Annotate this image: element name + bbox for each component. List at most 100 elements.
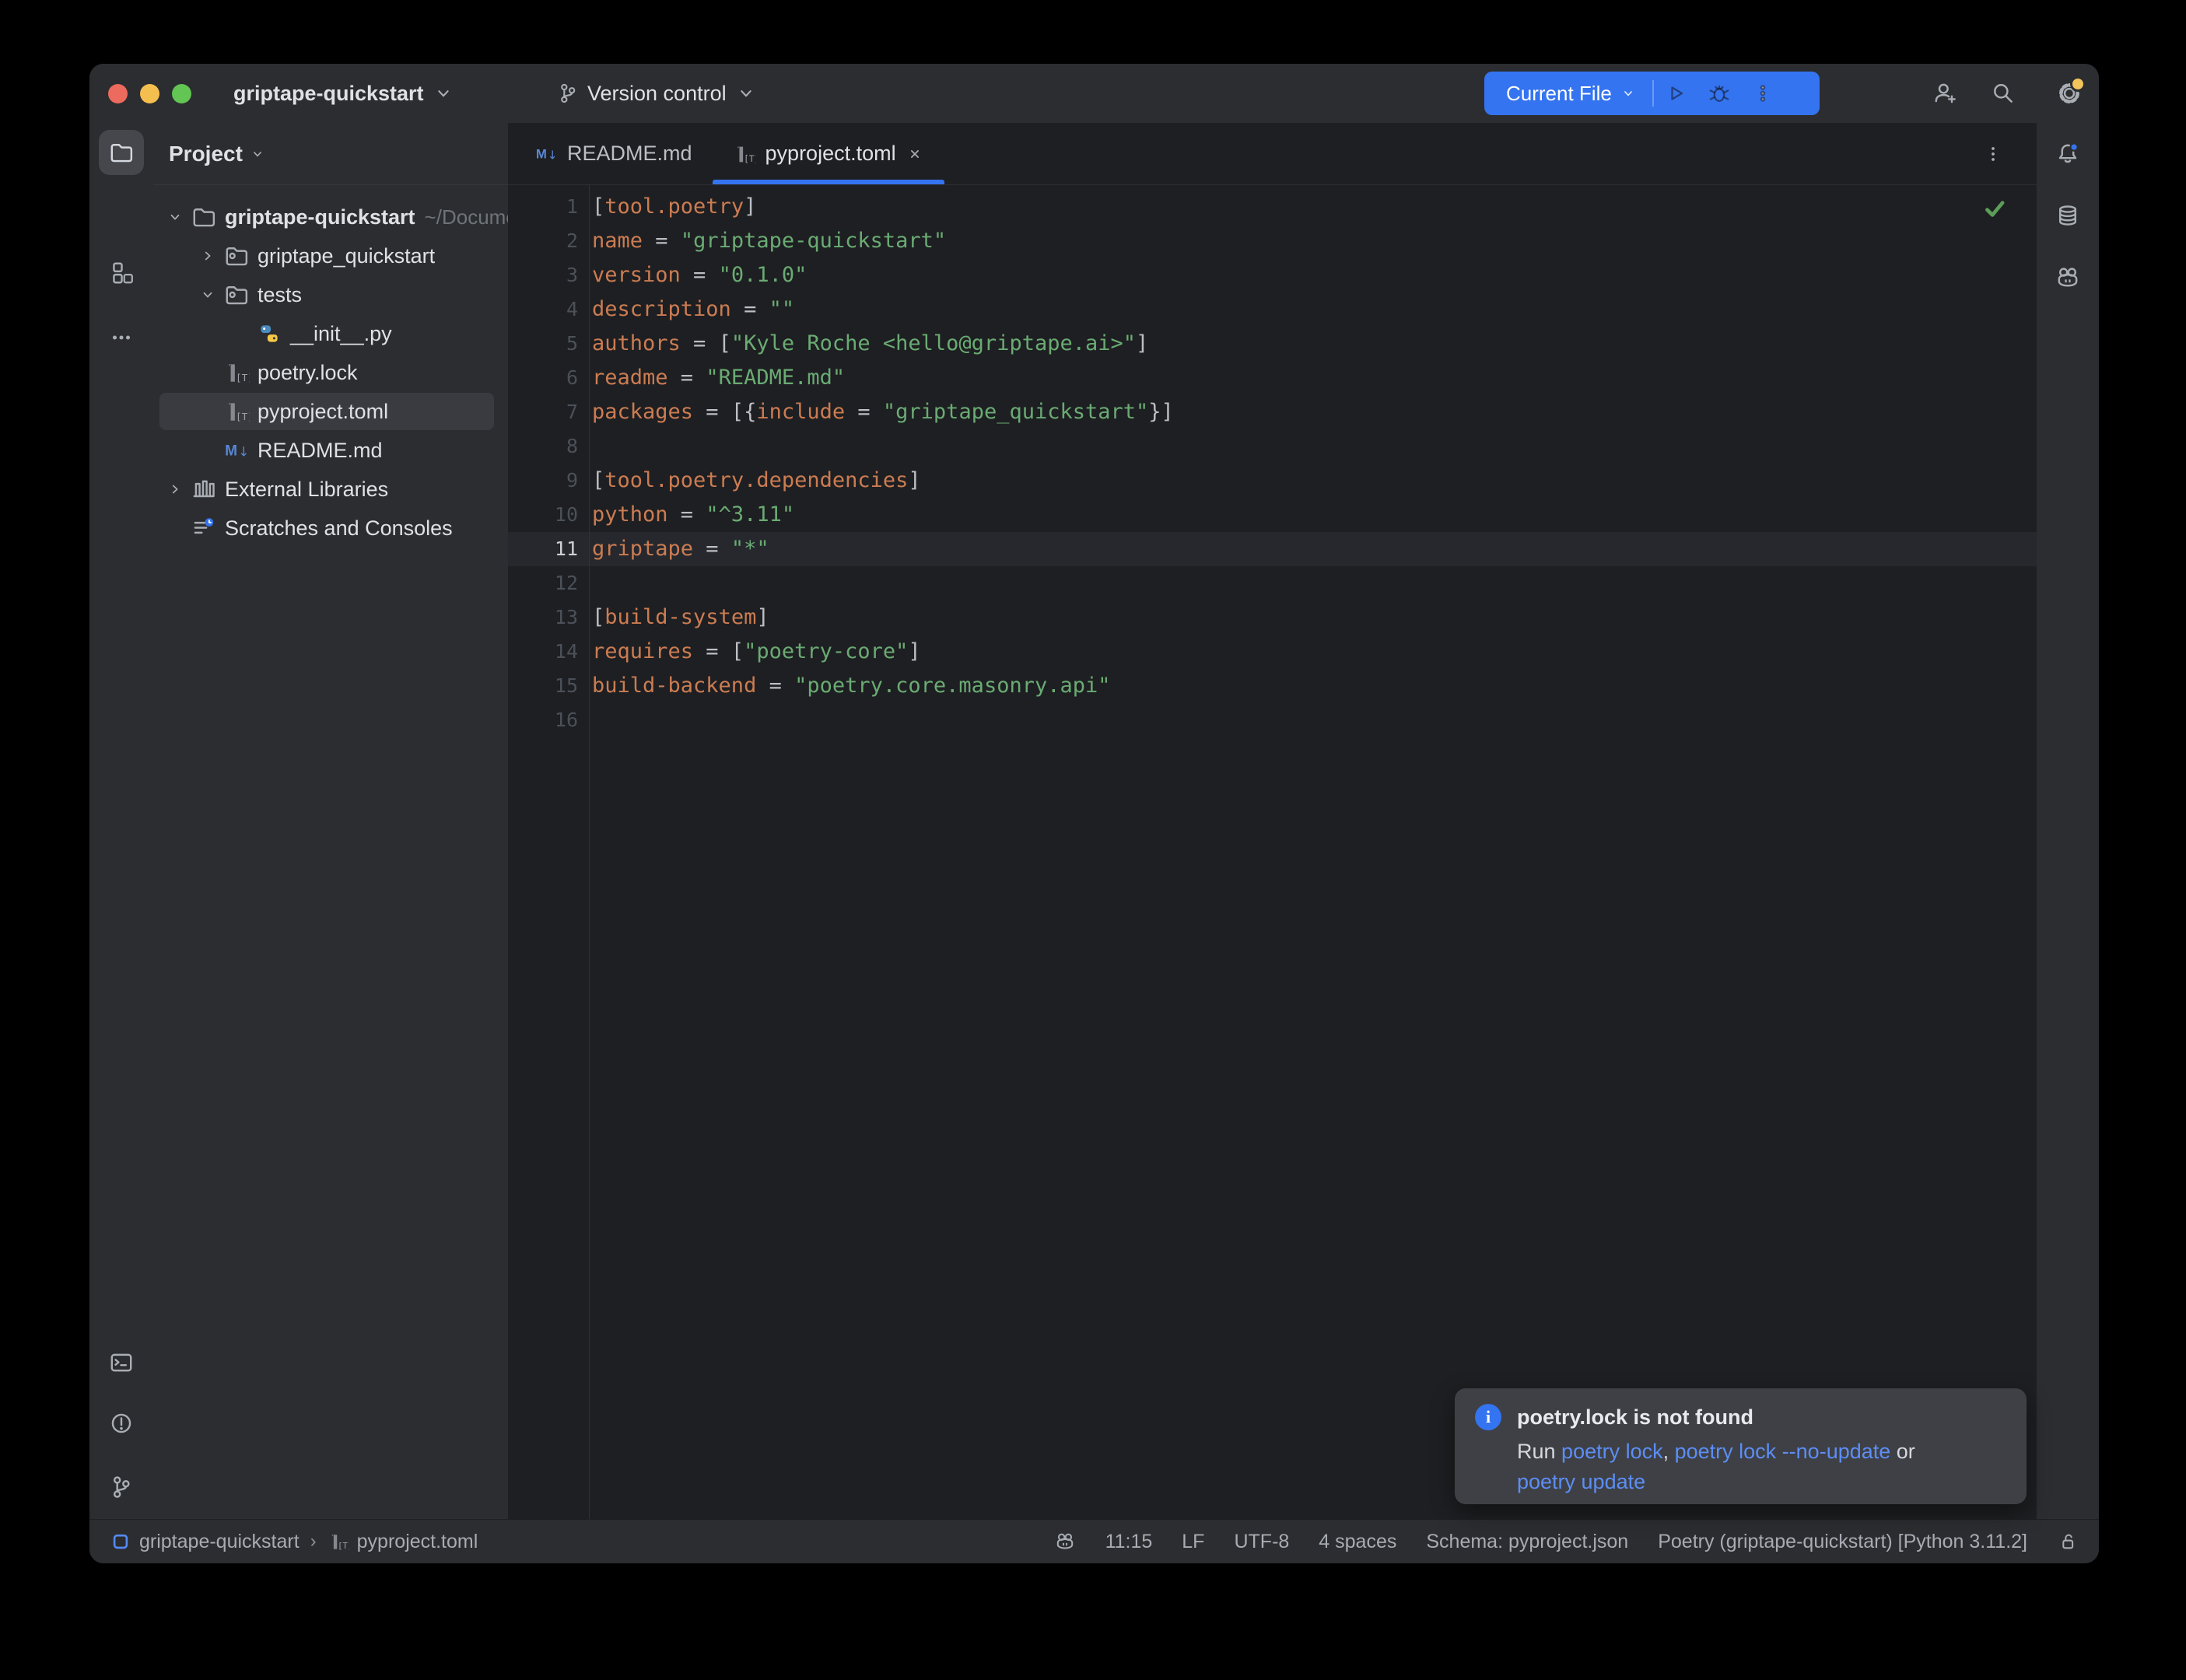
expand-toggle[interactable] — [159, 470, 191, 509]
notification-text: or — [1890, 1440, 1915, 1463]
project-tool-button[interactable] — [99, 130, 144, 175]
notification-link-poetry-lock[interactable]: poetry lock — [1561, 1440, 1663, 1463]
code-line-5[interactable]: authors = ["Kyle Roche <hello@griptape.a… — [592, 327, 2037, 361]
notification-balloon[interactable]: i poetry.lock is not found Run poetry lo… — [1455, 1388, 2027, 1504]
line-number-3[interactable]: 3 — [508, 258, 578, 292]
tab-options-button[interactable] — [1978, 138, 2009, 170]
breadcrumb-pyproject-toml[interactable]: [T] pyproject.toml — [328, 1531, 478, 1553]
debug-button[interactable] — [1697, 72, 1741, 115]
ai-assistant-status-button[interactable] — [1054, 1531, 1076, 1552]
run-config-selector[interactable]: Current File — [1484, 82, 1652, 106]
line-number-4[interactable]: 4 — [508, 292, 578, 327]
code-line-15[interactable]: build-backend = "poetry.core.masonry.api… — [592, 669, 2037, 703]
line-number-15[interactable]: 15 — [508, 669, 578, 703]
problems-tool-button[interactable] — [99, 1401, 144, 1446]
tree-item-init-py[interactable]: __init__.py — [153, 314, 508, 353]
code-line-10[interactable]: python = "^3.11" — [592, 498, 2037, 532]
vcs-label: Version control — [587, 82, 727, 106]
code-line-9[interactable]: [tool.poetry.dependencies] — [592, 464, 2037, 498]
line-number-14[interactable]: 14 — [508, 635, 578, 669]
expand-toggle[interactable] — [159, 198, 191, 236]
status-poetry-griptape-quickstart-python-3-11-2[interactable]: Poetry (griptape-quickstart) [Python 3.1… — [1658, 1531, 2027, 1553]
lock-open-button[interactable] — [2057, 1531, 2079, 1552]
status-schema-pyproject-json[interactable]: Schema: pyproject.json — [1426, 1531, 1628, 1553]
project-menu[interactable]: griptape-quickstart — [233, 64, 455, 123]
code-line-13[interactable]: [build-system] — [592, 600, 2037, 635]
notification-link-poetry-lock-no-update[interactable]: poetry lock --no-update — [1675, 1440, 1891, 1463]
structure-tool-button[interactable] — [99, 250, 144, 296]
tree-item-scratches-and-consoles[interactable]: Scratches and Consoles — [153, 509, 508, 548]
active-tab-indicator — [713, 180, 944, 184]
zoom-window-button[interactable] — [172, 84, 191, 103]
git-tool-button[interactable] — [99, 1465, 144, 1510]
notification-link-poetry-update[interactable]: poetry update — [1517, 1470, 1645, 1493]
code-line-14[interactable]: requires = ["poetry-core"] — [592, 635, 2037, 669]
close-tab-button[interactable] — [906, 145, 924, 163]
inspection-ok-check-icon[interactable] — [1981, 194, 2009, 222]
branch-icon — [556, 82, 580, 105]
close-window-button[interactable] — [108, 84, 128, 103]
code-line-11[interactable]: griptape = "*" — [592, 532, 2037, 566]
code-line-12[interactable] — [592, 566, 2037, 600]
status-utf-8[interactable]: UTF-8 — [1234, 1531, 1289, 1553]
add-user-icon — [1932, 80, 1959, 107]
breadcrumb-label: pyproject.toml — [357, 1531, 478, 1553]
line-number-8[interactable]: 8 — [508, 429, 578, 464]
add-user-button[interactable] — [1932, 80, 1959, 107]
database-tool-button[interactable] — [2045, 193, 2090, 238]
expand-toggle[interactable] — [192, 236, 223, 275]
breadcrumb-griptape-quickstart[interactable]: griptape-quickstart — [110, 1531, 300, 1553]
line-number-10[interactable]: 10 — [508, 498, 578, 532]
line-number-7[interactable]: 7 — [508, 395, 578, 429]
vcs-menu[interactable]: Version control — [556, 64, 758, 123]
tree-item-poetry-lock[interactable]: [T]poetry.lock — [153, 353, 508, 392]
line-number-11[interactable]: 11 — [508, 532, 578, 566]
status-lf[interactable]: LF — [1182, 1531, 1204, 1553]
code-line-8[interactable] — [592, 429, 2037, 464]
code-line-4[interactable]: description = "" — [592, 292, 2037, 327]
code-line-3[interactable]: version = "0.1.0" — [592, 258, 2037, 292]
more-run-options-button[interactable] — [1741, 72, 1785, 115]
tree-item-external-libraries[interactable]: External Libraries — [153, 470, 508, 509]
more-tools-button[interactable] — [99, 315, 144, 360]
tree-item-griptape-quickstart[interactable]: griptape_quickstart — [153, 236, 508, 275]
expand-toggle[interactable] — [192, 275, 223, 314]
tab-pyproject-toml[interactable]: [T]pyproject.toml — [713, 123, 944, 184]
tree-item-pyproject-toml[interactable]: [T]pyproject.toml — [153, 392, 508, 431]
ai-assistant-tool-button[interactable] — [2045, 255, 2090, 300]
run-widget: Current File — [1484, 72, 1820, 115]
tree-item-griptape-quickstart[interactable]: griptape-quickstart~/Docume — [153, 198, 508, 236]
line-number-16[interactable]: 16 — [508, 703, 578, 737]
code-line-2[interactable]: name = "griptape-quickstart" — [592, 224, 2037, 258]
toml-icon: [T] — [328, 1531, 349, 1552]
tab-readme-md[interactable]: M↓README.md — [514, 123, 713, 184]
chev-right-icon — [198, 247, 217, 265]
terminal-tool-button[interactable] — [99, 1340, 144, 1385]
run-config-label: Current File — [1506, 82, 1612, 106]
notifications-button[interactable] — [2045, 131, 2090, 177]
code-line-6[interactable]: readme = "README.md" — [592, 361, 2037, 395]
tree-item-readme-md[interactable]: M↓README.md — [153, 431, 508, 470]
status-bar: griptape-quickstart›[T]pyproject.toml 11… — [89, 1519, 2099, 1563]
project-panel-header[interactable]: Project — [153, 123, 508, 185]
settings-button[interactable] — [2056, 80, 2083, 107]
line-number-5[interactable]: 5 — [508, 327, 578, 361]
line-number-6[interactable]: 6 — [508, 361, 578, 395]
line-number-2[interactable]: 2 — [508, 224, 578, 258]
status-4-spaces[interactable]: 4 spaces — [1319, 1531, 1396, 1553]
tree-item-label: poetry.lock — [257, 361, 358, 385]
kebab-icon — [1981, 142, 2005, 166]
code-line-16[interactable] — [592, 703, 2037, 737]
editor-area[interactable]: M↓README.md[T]pyproject.toml 1 [tool.poet… — [508, 123, 2037, 1519]
code-line-1[interactable]: [tool.poetry] — [592, 190, 2037, 224]
line-number-9[interactable]: 9 — [508, 464, 578, 498]
code-line-7[interactable]: packages = [{include = "griptape_quickst… — [592, 395, 2037, 429]
search-everywhere-button[interactable] — [1990, 80, 2016, 107]
line-number-1[interactable]: 1 — [508, 190, 578, 224]
run-button[interactable] — [1654, 72, 1697, 115]
line-number-12[interactable]: 12 — [508, 566, 578, 600]
minimize-window-button[interactable] — [140, 84, 159, 103]
line-number-13[interactable]: 13 — [508, 600, 578, 635]
tree-item-tests[interactable]: tests — [153, 275, 508, 314]
status-11-15[interactable]: 11:15 — [1105, 1531, 1153, 1553]
